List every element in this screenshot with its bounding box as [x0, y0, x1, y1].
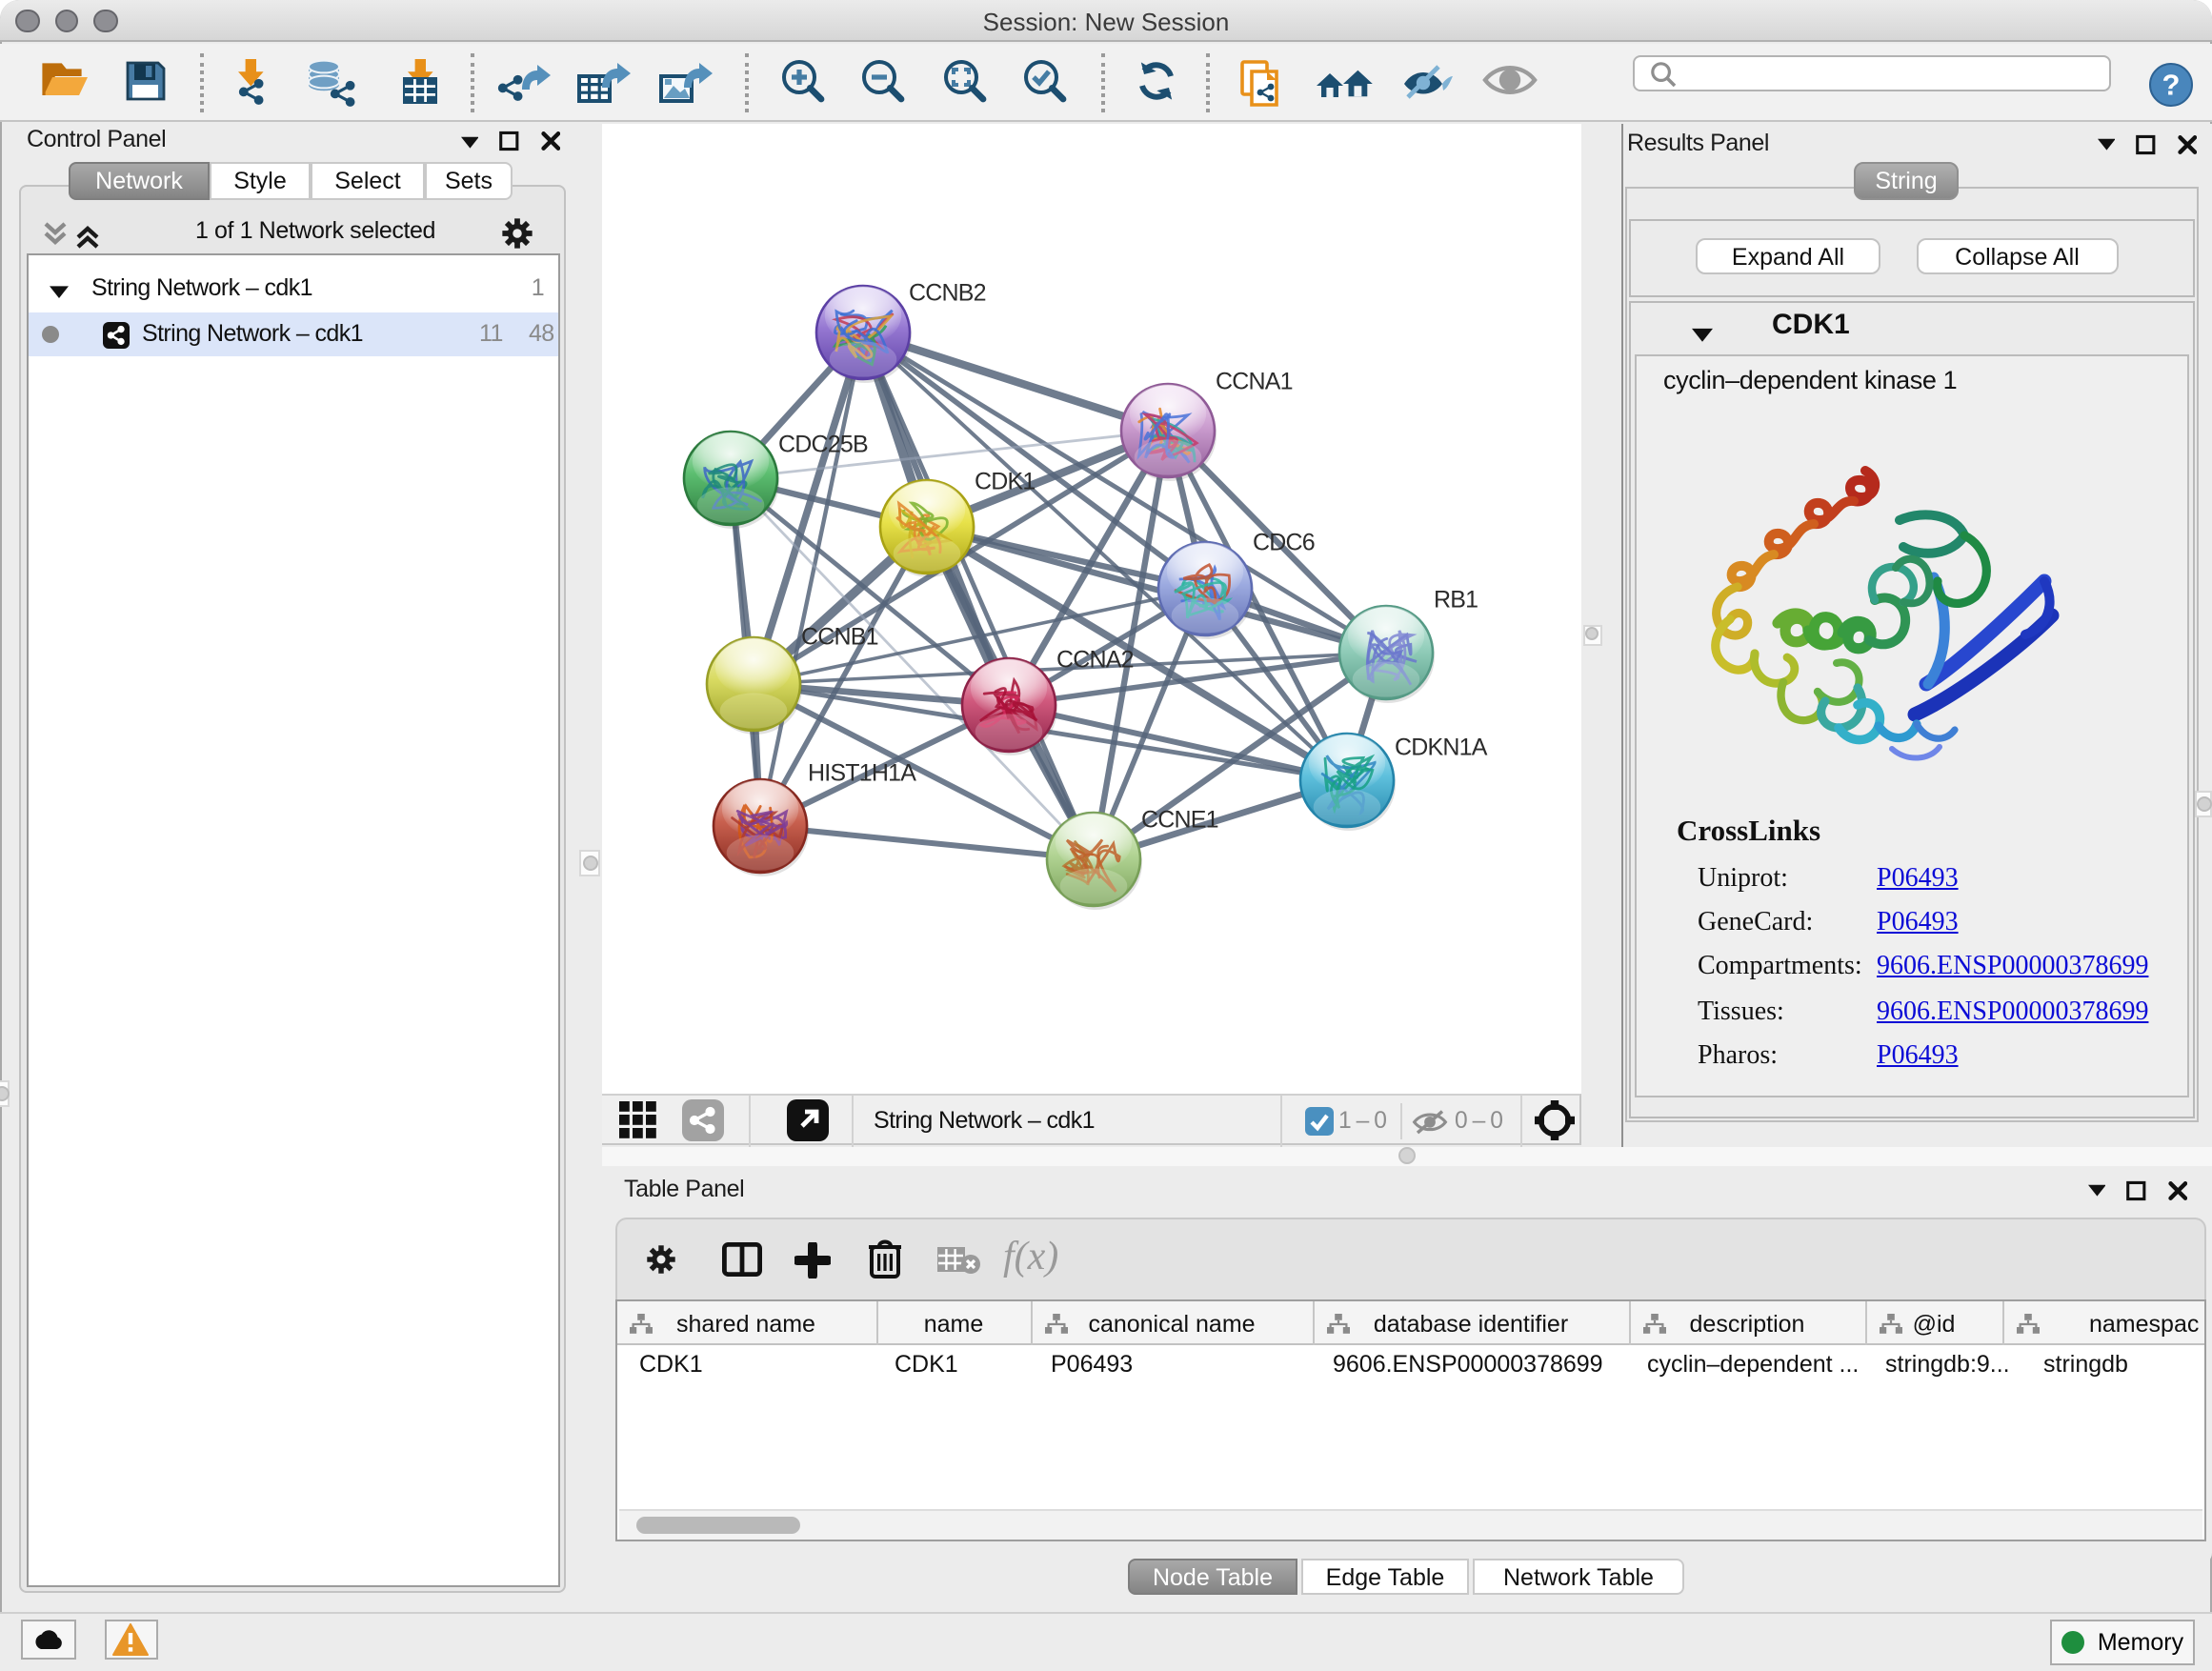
svg-text:?: ? [2162, 69, 2181, 102]
svg-text:CCNA1: CCNA1 [1215, 367, 1292, 393]
svg-text:CCNA2: CCNA2 [1056, 645, 1133, 672]
svg-text:CCNB2: CCNB2 [908, 278, 985, 305]
svg-text:HIST1H1A: HIST1H1A [807, 758, 915, 785]
svg-text:RB1: RB1 [1433, 585, 1477, 612]
svg-text:CDK1: CDK1 [974, 467, 1035, 493]
svg-text:CCNB1: CCNB1 [800, 622, 877, 649]
svg-text:CDKN1A: CDKN1A [1394, 733, 1487, 759]
svg-text:CDC25B: CDC25B [777, 430, 867, 456]
svg-text:CDC6: CDC6 [1252, 528, 1314, 554]
svg-text:CCNE1: CCNE1 [1140, 805, 1217, 832]
